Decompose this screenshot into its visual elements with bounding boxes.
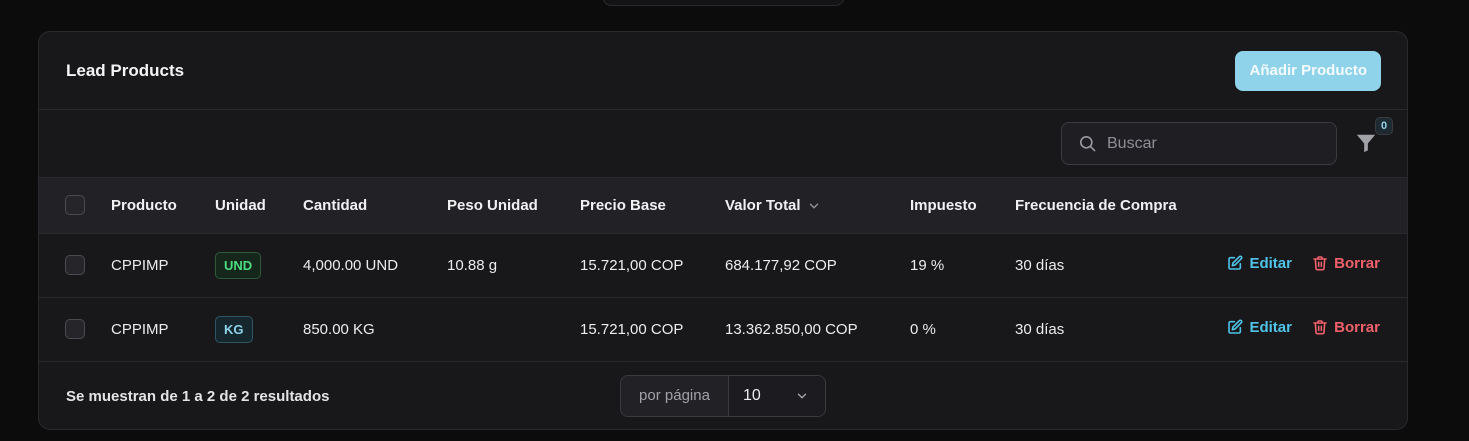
unit-badge: KG [215, 315, 253, 343]
delete-button[interactable]: Borrar [1312, 255, 1380, 272]
trash-icon [1313, 320, 1327, 335]
per-page-label: por página [621, 375, 729, 416]
filter-count-badge: 0 [1375, 116, 1393, 135]
cell-peso-unidad: 10.88 g [447, 256, 498, 274]
table-row: CPPIMP KG 850.00 KG 15.721,00 COP 13.362… [39, 297, 1407, 361]
results-summary: Se muestran de 1 a 2 de 2 resultados [66, 387, 330, 405]
edit-icon [1228, 255, 1243, 271]
cell-valor-total: 13.362.850,00 COP [725, 320, 858, 338]
cell-unidad: UND [215, 233, 303, 297]
column-header-peso-unidad[interactable]: Peso Unidad [447, 178, 580, 233]
cell-impuesto: 0 % [910, 320, 936, 338]
edit-button[interactable]: Editar [1227, 255, 1292, 272]
table-footer: Se muestran de 1 a 2 de 2 resultados por… [39, 362, 1407, 430]
row-select-cell [39, 233, 111, 297]
delete-label: Borrar [1334, 318, 1380, 336]
cell-precio-base: 15.721,00 COP [580, 256, 684, 274]
trash-icon [1313, 256, 1327, 271]
per-page-value: 10 [743, 386, 761, 404]
cell-frecuencia: 30 días [1015, 320, 1065, 338]
add-product-button[interactable]: Añadir Producto [1235, 50, 1381, 91]
per-page-control: por página 10 [620, 374, 826, 417]
edit-icon [1228, 319, 1243, 335]
cell-cantidad: 4,000.00 UND [303, 256, 399, 274]
card-title: Lead Products [66, 60, 185, 80]
filter-icon [1356, 134, 1376, 152]
edit-label: Editar [1249, 318, 1292, 336]
cell-unidad: KG [215, 297, 303, 361]
delete-button[interactable]: Borrar [1312, 319, 1380, 336]
products-table: Producto Unidad Cantidad Peso Unidad Pre… [39, 178, 1407, 362]
cell-impuesto: 19 % [910, 256, 945, 274]
top-bar-stub [602, 0, 845, 6]
column-header-producto[interactable]: Producto [111, 178, 215, 233]
cell-producto: CPPIMP [111, 320, 169, 338]
chevron-down-icon [797, 393, 807, 398]
search-icon [1079, 135, 1096, 152]
filter-button[interactable]: 0 [1355, 116, 1393, 156]
column-header-valor-total-label: Valor Total [725, 196, 801, 214]
cell-actions: Editar Borrar [1215, 233, 1407, 297]
column-header-unidad[interactable]: Unidad [215, 178, 303, 233]
select-all-cell [39, 178, 111, 233]
card-header: Lead Products Añadir Producto [39, 32, 1407, 110]
edit-button[interactable]: Editar [1227, 319, 1292, 336]
delete-label: Borrar [1334, 254, 1380, 272]
lead-products-card: Lead Products Añadir Producto 0 Producto [38, 31, 1408, 430]
cell-actions: Editar Borrar [1215, 297, 1407, 361]
cell-valor-total: 684.177,92 COP [725, 256, 837, 274]
per-page-select[interactable]: 10 [729, 375, 825, 416]
column-header-actions [1215, 178, 1407, 233]
table-toolbar: 0 [39, 110, 1407, 178]
column-header-cantidad[interactable]: Cantidad [303, 178, 447, 233]
table-header-row: Producto Unidad Cantidad Peso Unidad Pre… [39, 178, 1407, 233]
column-header-frecuencia[interactable]: Frecuencia de Compra [1015, 178, 1215, 233]
table-row: CPPIMP UND 4,000.00 UND 10.88 g 15.721,0… [39, 233, 1407, 297]
search-input[interactable] [1107, 134, 1307, 153]
row-checkbox[interactable] [65, 255, 85, 275]
column-header-precio-base[interactable]: Precio Base [580, 178, 725, 233]
column-header-valor-total[interactable]: Valor Total [725, 178, 910, 233]
edit-label: Editar [1249, 254, 1292, 272]
unit-badge: UND [215, 251, 262, 279]
row-checkbox[interactable] [65, 319, 85, 339]
cell-cantidad: 850.00 KG [303, 320, 375, 338]
search-box[interactable] [1061, 122, 1337, 165]
cell-frecuencia: 30 días [1015, 256, 1065, 274]
row-select-cell [39, 297, 111, 361]
chevron-down-icon [809, 203, 818, 209]
column-header-impuesto[interactable]: Impuesto [910, 178, 1015, 233]
select-all-checkbox[interactable] [65, 195, 85, 216]
cell-precio-base: 15.721,00 COP [580, 320, 684, 338]
cell-producto: CPPIMP [111, 256, 169, 274]
cell-peso-unidad [447, 297, 580, 361]
